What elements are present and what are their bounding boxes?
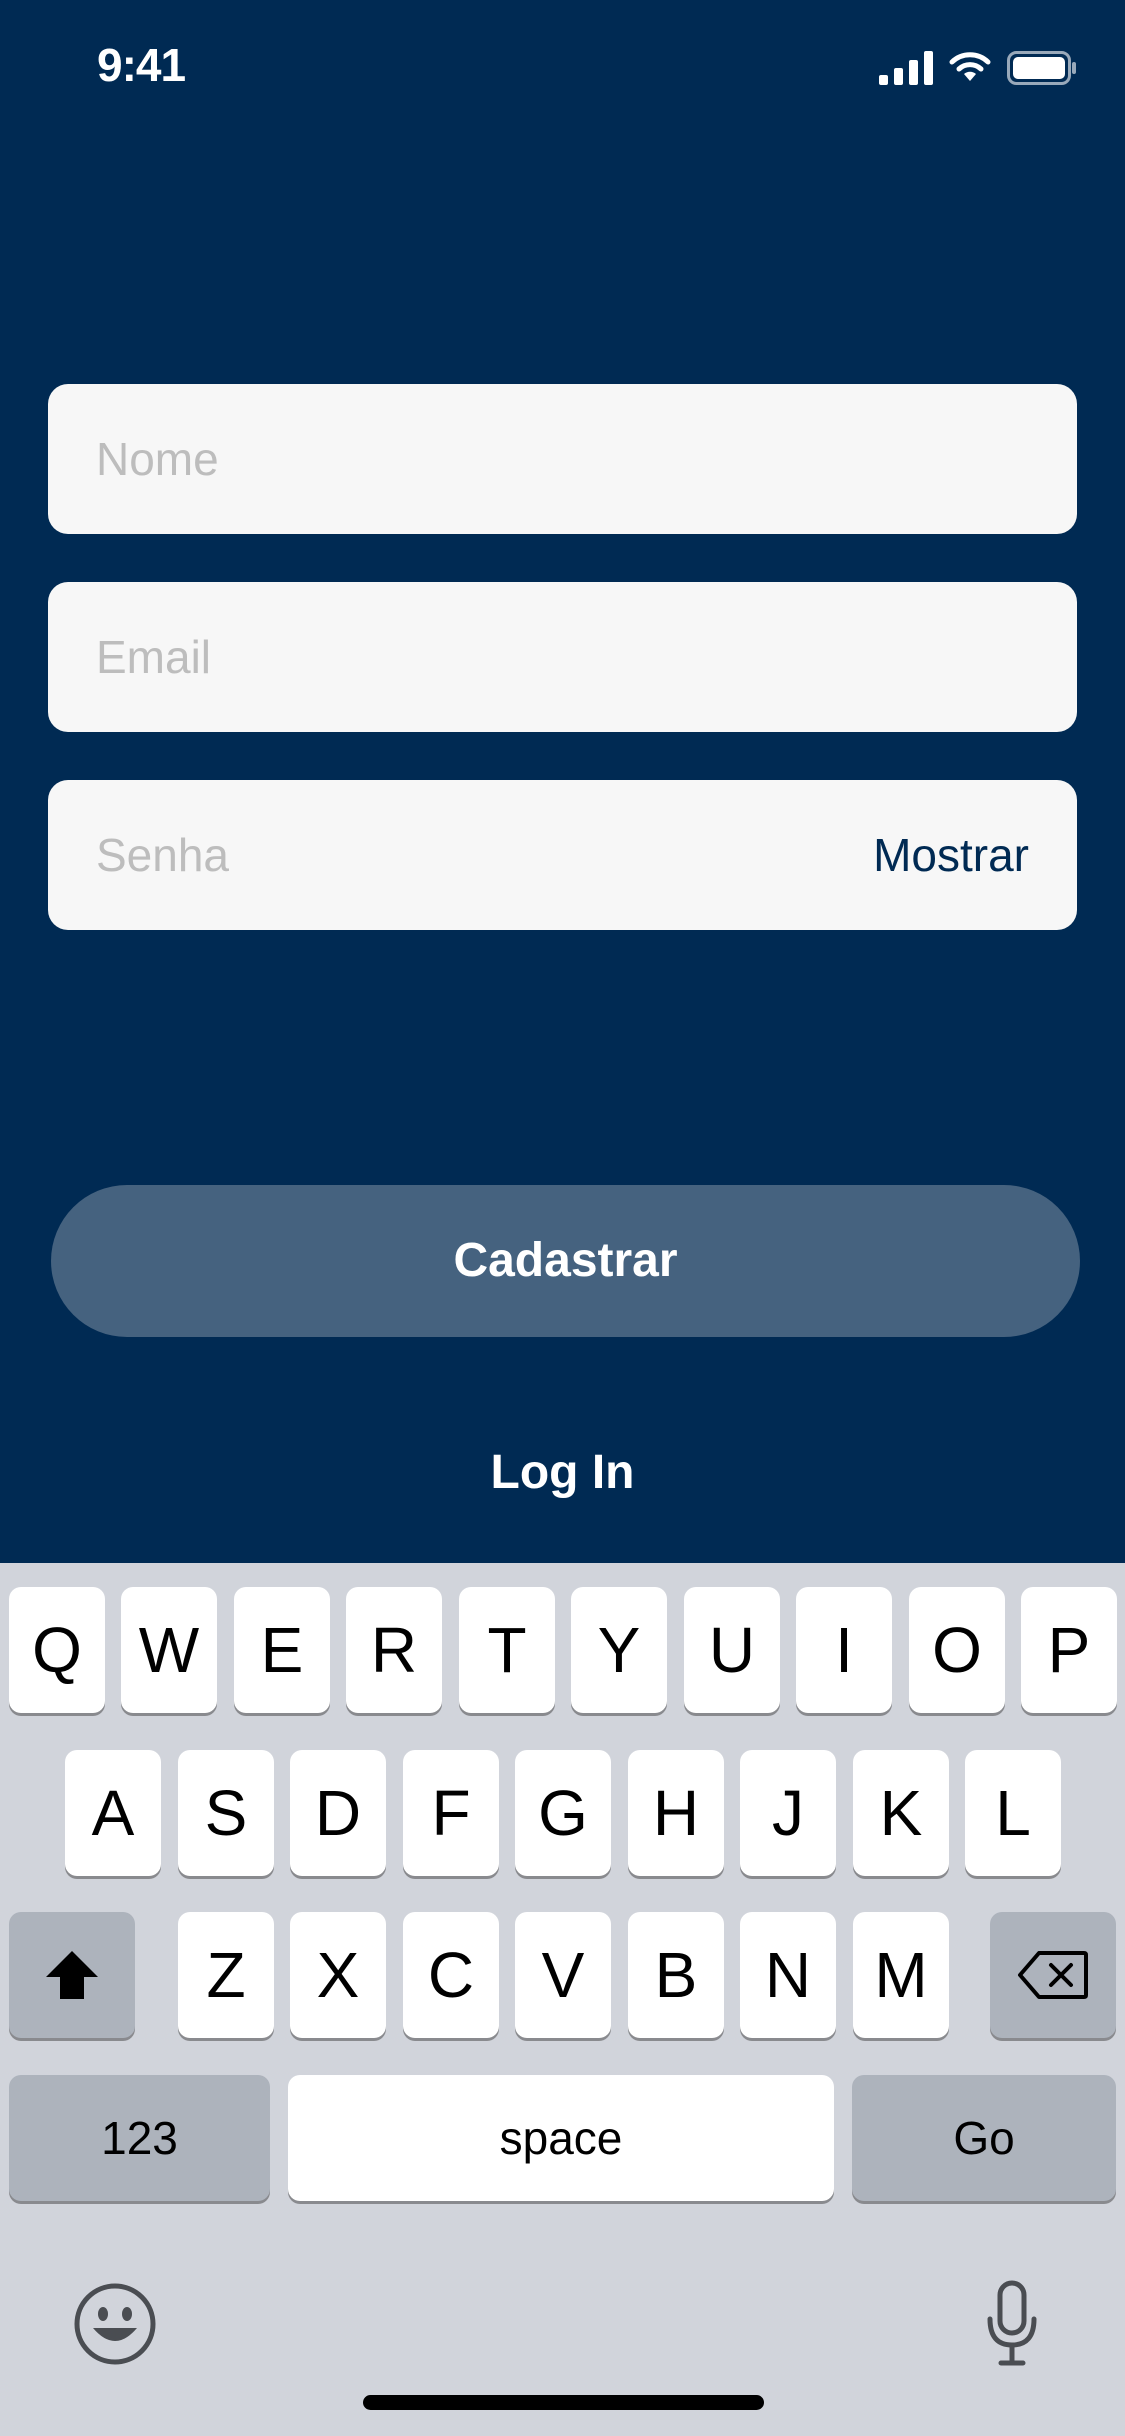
key-o[interactable]: O — [909, 1587, 1005, 1713]
key-i[interactable]: I — [796, 1587, 892, 1713]
key-u[interactable]: U — [684, 1587, 780, 1713]
login-link[interactable]: Log In — [0, 1445, 1125, 1500]
key-d[interactable]: D — [290, 1750, 386, 1876]
name-field-container — [48, 384, 1077, 534]
home-indicator[interactable] — [363, 2395, 764, 2410]
key-t[interactable]: T — [459, 1587, 555, 1713]
key-y[interactable]: Y — [571, 1587, 667, 1713]
shift-icon — [46, 1951, 98, 1999]
numbers-key[interactable]: 123 — [9, 2075, 270, 2201]
microphone-icon[interactable] — [983, 2279, 1041, 2369]
email-field-container — [48, 582, 1077, 732]
key-v[interactable]: V — [515, 1912, 611, 2038]
signal-icon — [879, 51, 933, 85]
space-key[interactable]: space — [288, 2075, 834, 2201]
keyboard: Q W E R T Y U I O P A S D F G H J K L Z … — [0, 1563, 1125, 2436]
key-p[interactable]: P — [1021, 1587, 1117, 1713]
key-e[interactable]: E — [234, 1587, 330, 1713]
battery-icon — [1007, 51, 1076, 85]
key-w[interactable]: W — [121, 1587, 217, 1713]
key-r[interactable]: R — [346, 1587, 442, 1713]
shift-key[interactable] — [9, 1912, 135, 2038]
emoji-icon[interactable] — [73, 2282, 157, 2366]
backspace-key[interactable] — [990, 1912, 1116, 2038]
key-q[interactable]: Q — [9, 1587, 105, 1713]
name-input[interactable] — [96, 384, 876, 534]
key-c[interactable]: C — [403, 1912, 499, 2038]
key-g[interactable]: G — [515, 1750, 611, 1876]
show-password-toggle[interactable]: Mostrar — [873, 780, 1029, 930]
status-time: 9:41 — [97, 39, 186, 91]
key-k[interactable]: K — [853, 1750, 949, 1876]
status-bar: 9:41 — [0, 0, 1125, 135]
email-input[interactable] — [96, 582, 876, 732]
key-h[interactable]: H — [628, 1750, 724, 1876]
key-f[interactable]: F — [403, 1750, 499, 1876]
password-field-container: Mostrar — [48, 780, 1077, 930]
status-icons — [879, 48, 1077, 88]
key-b[interactable]: B — [628, 1912, 724, 2038]
key-x[interactable]: X — [290, 1912, 386, 2038]
wifi-icon — [949, 52, 991, 81]
key-s[interactable]: S — [178, 1750, 274, 1876]
key-j[interactable]: J — [740, 1750, 836, 1876]
backspace-icon — [1018, 1951, 1088, 1999]
key-m[interactable]: M — [853, 1912, 949, 2038]
key-z[interactable]: Z — [178, 1912, 274, 2038]
key-a[interactable]: A — [65, 1750, 161, 1876]
password-input[interactable] — [96, 780, 876, 930]
register-button[interactable]: Cadastrar — [51, 1185, 1080, 1337]
key-n[interactable]: N — [740, 1912, 836, 2038]
go-key[interactable]: Go — [852, 2075, 1116, 2201]
key-l[interactable]: L — [965, 1750, 1061, 1876]
